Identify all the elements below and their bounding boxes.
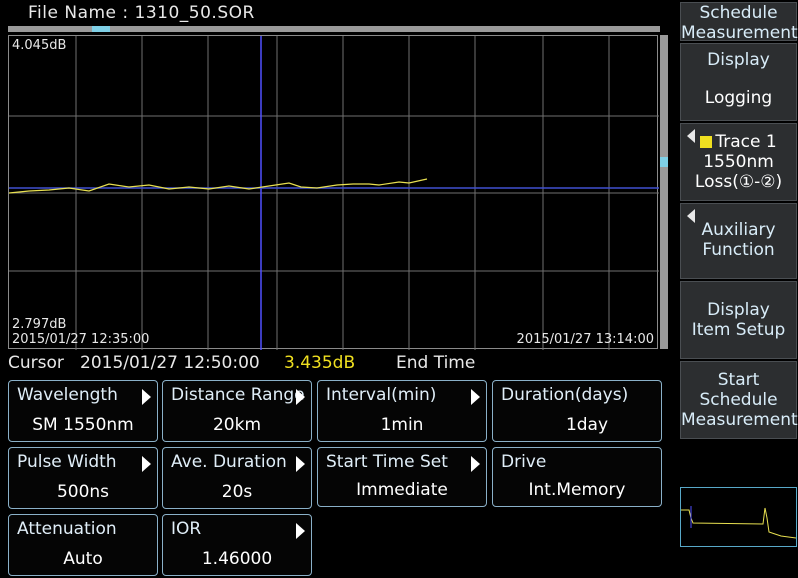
duration-label: Duration(days) <box>501 385 629 405</box>
ior-setting[interactable]: IOR 1.46000 <box>162 514 312 576</box>
softkey-start-schedule-measurement[interactable]: Start Schedule Measurement <box>680 361 798 439</box>
cursor-readout: Cursor 2015/01/27 12:50:00 3.435dB End T… <box>8 353 668 375</box>
triangle-left-icon <box>687 209 695 223</box>
distance-range-label: Distance Range <box>171 385 305 405</box>
start-time-set-label: Start Time Set <box>326 452 448 472</box>
pulse-width-setting[interactable]: Pulse Width 500ns <box>8 447 158 509</box>
overview-trace-line <box>681 507 797 539</box>
trace-plot-svg <box>9 36 659 350</box>
softkey-display[interactable]: Display Logging <box>680 43 797 121</box>
start-time-set-setting[interactable]: Start Time Set Immediate <box>317 447 487 507</box>
horizontal-scrollbar[interactable] <box>8 26 660 32</box>
softkey-trace-line1: Trace 1 <box>715 132 777 152</box>
triangle-right-icon <box>471 389 480 405</box>
duration-setting[interactable]: Duration(days) 1day <box>492 380 662 442</box>
y-axis-max-label: 4.045dB <box>12 38 67 53</box>
pulse-width-label: Pulse Width <box>17 452 117 472</box>
distance-range-setting[interactable]: Distance Range 20km <box>162 380 312 442</box>
horizontal-scroll-thumb[interactable] <box>92 26 110 32</box>
softkey-start-line3: Measurement <box>681 410 798 430</box>
start-time-set-value: Immediate <box>356 480 448 500</box>
overview-trace-map[interactable] <box>680 487 797 547</box>
interval-value: 1min <box>380 415 424 435</box>
trace-plot[interactable]: 4.045dB 2.797dB 2015/01/27 12:35:00 2015… <box>8 35 659 350</box>
vertical-scroll-thumb[interactable] <box>660 157 668 167</box>
x-axis-end-label: 2015/01/27 13:14:00 <box>516 332 654 347</box>
triangle-right-icon <box>296 523 305 539</box>
y-axis-min-label: 2.797dB <box>12 317 67 332</box>
softkey-title: Schedule Measurement <box>680 2 798 43</box>
file-name-label: File Name : 1310_50.SOR <box>28 3 255 23</box>
ave-duration-label: Ave. Duration <box>171 452 287 472</box>
triangle-right-icon <box>296 389 305 405</box>
softkey-display-line1: Display <box>707 50 770 70</box>
softkey-title-line1: Schedule <box>699 3 778 23</box>
ave-duration-setting[interactable]: Ave. Duration 20s <box>162 447 312 509</box>
trace-color-swatch-icon <box>700 136 713 148</box>
duration-value: 1day <box>565 415 609 435</box>
triangle-right-icon <box>142 456 151 472</box>
trace-line <box>9 178 428 194</box>
softkey-display-item-setup[interactable]: Display Item Setup <box>680 281 797 359</box>
softkey-trace-line1-row: Trace 1 <box>681 132 796 152</box>
softkey-auxiliary-line1: Auxiliary <box>701 220 776 240</box>
plot-grid <box>9 36 659 350</box>
softkey-auxiliary-function[interactable]: Auxiliary Function <box>680 203 797 279</box>
attenuation-setting[interactable]: Attenuation Auto <box>8 514 158 576</box>
distance-range-value: 20km <box>212 415 262 435</box>
vertical-scrollbar[interactable] <box>660 35 668 349</box>
cursor-value: 3.435dB <box>284 353 356 373</box>
cursor-label: Cursor <box>8 353 64 373</box>
triangle-right-icon <box>296 456 305 472</box>
wavelength-label: Wavelength <box>17 385 118 405</box>
triangle-right-icon <box>471 456 480 472</box>
ave-duration-value: 20s <box>221 482 253 502</box>
end-time-label: End Time <box>396 353 476 373</box>
ior-value: 1.46000 <box>201 549 273 569</box>
drive-label: Drive <box>501 452 547 472</box>
softkey-trace-line3: Loss(①-②) <box>694 172 783 192</box>
drive-value: Int.Memory <box>528 480 626 500</box>
wavelength-setting[interactable]: Wavelength SM 1550nm <box>8 380 158 442</box>
softkey-trace[interactable]: Trace 1 1550nm Loss(①-②) <box>680 123 797 201</box>
softkey-auxiliary-line2: Function <box>702 240 775 260</box>
softkey-title-line2: Measurement <box>681 23 798 43</box>
pulse-width-value: 500ns <box>56 482 110 502</box>
ior-label: IOR <box>171 519 202 539</box>
cursor-time: 2015/01/27 12:50:00 <box>80 353 260 373</box>
attenuation-value: Auto <box>63 549 103 569</box>
softkey-start-line2: Schedule <box>699 390 778 410</box>
attenuation-label: Attenuation <box>17 519 117 539</box>
overview-trace-svg <box>681 506 797 539</box>
triangle-left-icon <box>687 129 695 143</box>
triangle-right-icon <box>142 389 151 405</box>
softkey-display-item-line2: Item Setup <box>691 320 786 340</box>
interval-label: Interval(min) <box>326 385 437 405</box>
drive-setting[interactable]: Drive Int.Memory <box>492 447 662 507</box>
softkey-trace-line2: 1550nm <box>703 152 774 172</box>
x-axis-start-label: 2015/01/27 12:35:00 <box>12 332 150 347</box>
wavelength-value: SM 1550nm <box>32 415 134 435</box>
softkey-start-line1: Start <box>717 370 760 390</box>
softkey-display-item-line1: Display <box>707 300 770 320</box>
softkey-display-line2: Logging <box>704 88 773 108</box>
interval-setting[interactable]: Interval(min) 1min <box>317 380 487 442</box>
